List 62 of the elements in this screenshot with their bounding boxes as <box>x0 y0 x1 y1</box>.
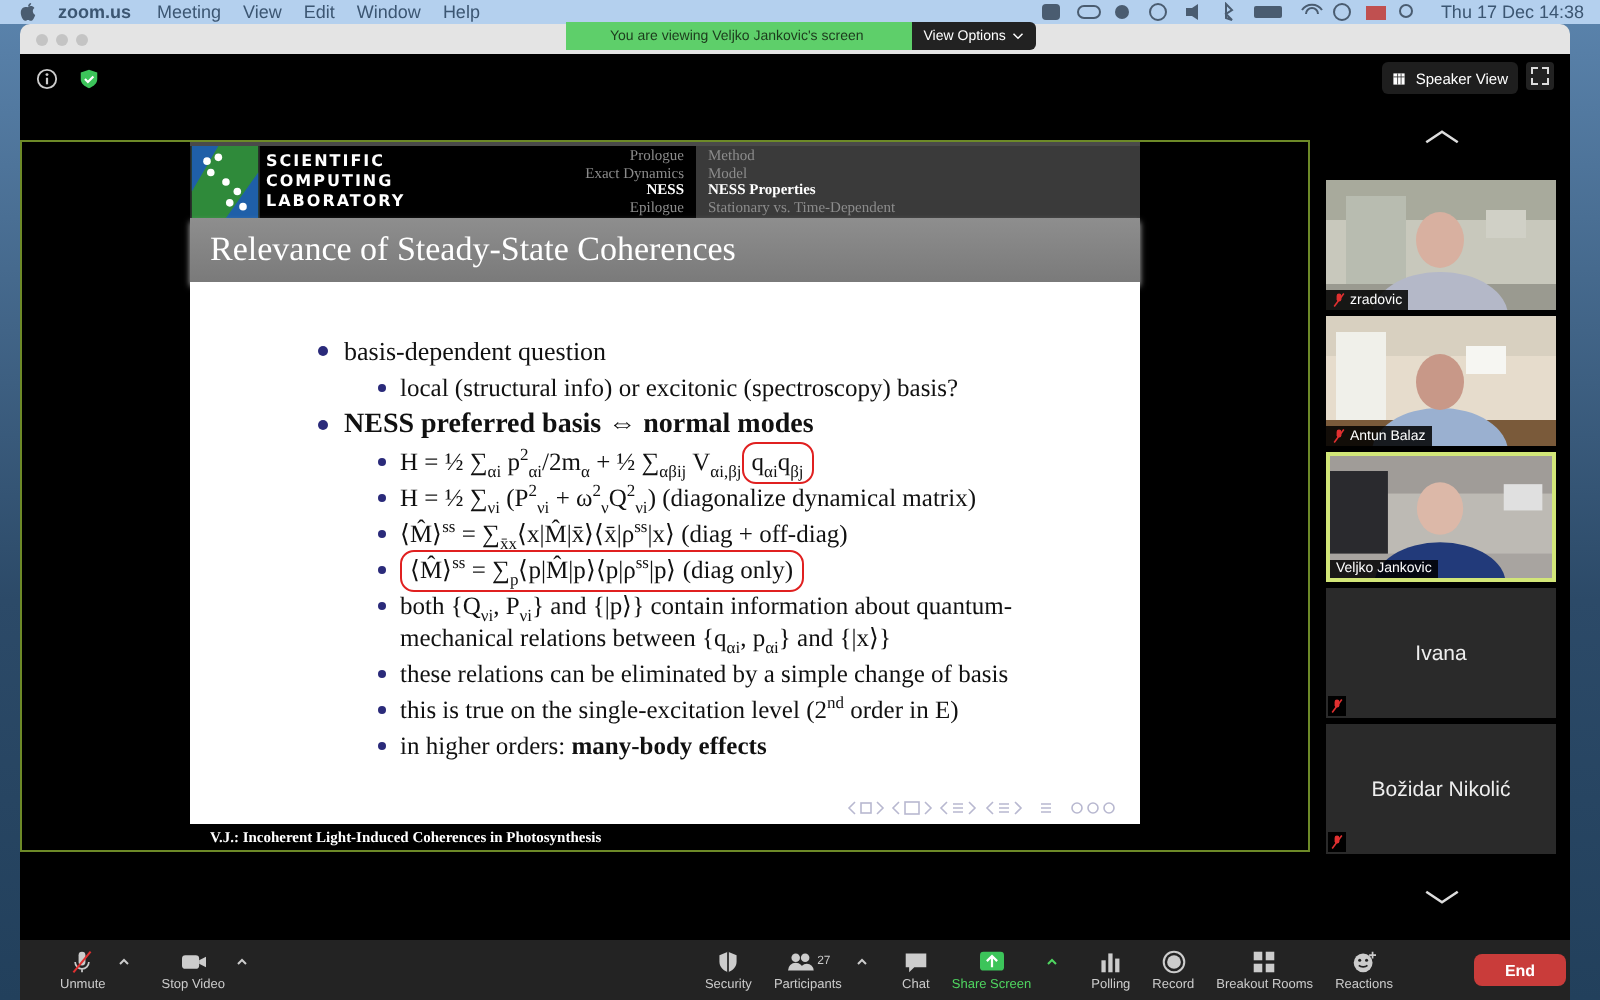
menu-item[interactable]: Edit <box>303 2 335 22</box>
bullet-icon <box>378 670 386 678</box>
bullet-icon <box>378 742 386 750</box>
chat-icon <box>901 949 930 973</box>
bullet-icon <box>378 602 386 610</box>
bullet-text: ⟨M̂⟩$^{ss}$ = ∑$_{x̄x}$⟨x|M̂|x̄⟩⟨x̄|ρ$^{ss}$|x⟩ (diag + off-diag) <box>400 520 848 548</box>
security-icon <box>714 949 743 973</box>
bullet-text: H = ½ ∑$_{αi}$ p$^{2}$$_{αi}$/2m$_{α}$ + ½ ∑$_{αβij}$ V$_{αi,βj}$ <box>400 448 742 476</box>
chevron-down-icon[interactable] <box>1423 890 1459 904</box>
bullet-icon <box>318 346 328 356</box>
bullet-icon <box>378 530 386 538</box>
bullet-text: basis-dependent question <box>344 334 607 368</box>
logo-icon <box>190 146 260 218</box>
bullet-text: local (structural info) or excitonic (spectroscopy) basis? <box>400 374 959 402</box>
end-button[interactable]: End <box>1474 954 1566 986</box>
shield-icon[interactable] <box>78 68 100 90</box>
participants-icon <box>785 949 814 973</box>
bullet-text: these relations can be eliminated by a simple change of basis <box>400 660 1009 688</box>
caret-icon[interactable] <box>117 958 130 966</box>
chevron-up-icon[interactable] <box>1423 130 1459 144</box>
record-icon <box>1159 949 1188 973</box>
caret-icon <box>1011 32 1024 40</box>
fullscreen-icon[interactable] <box>1526 62 1554 90</box>
menu-clock[interactable]: Thu 17 Dec 14:38 <box>1440 2 1584 22</box>
caret-icon[interactable] <box>1045 958 1058 966</box>
status-icons-drawing[interactable] <box>1038 2 1419 22</box>
mic-icon <box>68 949 97 973</box>
share-icon <box>977 949 1006 973</box>
bullet-icon <box>378 566 386 574</box>
circled-formula: q$_{αi}$q$_{βj}$ <box>741 442 814 484</box>
menu-item[interactable]: Help <box>442 2 480 22</box>
caret-icon[interactable] <box>855 958 868 966</box>
bullet-icon <box>378 706 386 714</box>
bullet-text: NESS preferred basis ⇔ normal modes <box>344 408 814 442</box>
logo-text: LABORATORY <box>266 192 408 212</box>
logo-text: COMPUTING <box>266 172 396 192</box>
menu-item[interactable]: Meeting <box>157 2 222 22</box>
apple-icon[interactable] <box>20 2 36 22</box>
circled-formula: ⟨M̂⟩$^{ss}$ = ∑$_{p}$⟨p|M̂|p⟩⟨p|ρ$^{ss}$|p⟩ (diag only) <box>400 550 804 592</box>
bullet-icon <box>378 458 386 466</box>
info-icon[interactable] <box>36 68 58 90</box>
slide-title: Relevance of Steady-State Coherences <box>210 230 736 270</box>
caret-icon[interactable] <box>236 958 249 966</box>
reactions-icon <box>1350 949 1379 973</box>
participant-name: Ivana <box>1415 641 1467 665</box>
participant-name: Božidar Nikolić <box>1371 777 1511 801</box>
bullet-text: H = ½ ∑$_{νi}$ (P$^{2}$$_{νi}$ + ω$^{2}$$_{ν}$Q$^{2}$$_{νi}$) (diagonalize dynamical matrix) <box>400 484 976 512</box>
logo-text: SCIENTIFIC <box>266 152 388 172</box>
grid-icon <box>1391 71 1406 85</box>
camera-icon <box>179 949 208 973</box>
participant-tile[interactable]: Božidar Nikolić <box>1326 724 1556 854</box>
polling-icon <box>1096 949 1125 973</box>
bullet-text: in higher orders: many-body effects <box>400 732 767 760</box>
bullet-icon <box>378 494 386 502</box>
bullet-icon <box>318 420 328 430</box>
menu-item[interactable]: Window <box>356 2 421 22</box>
menu-item[interactable]: View <box>243 2 282 22</box>
breakout-icon <box>1250 949 1279 973</box>
bullet-icon <box>378 384 386 392</box>
participant-tile[interactable]: Ivana <box>1326 588 1556 718</box>
app-menu[interactable]: zoom.us <box>58 2 132 22</box>
bullet-text: this is true on the single-excitation level (2$^{nd}$ order in E) <box>400 696 959 724</box>
